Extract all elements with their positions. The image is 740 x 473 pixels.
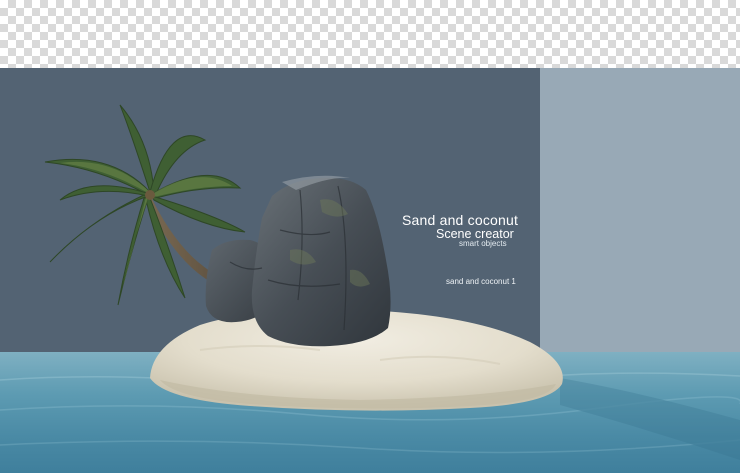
overlay-title: Sand and coconut [402,212,519,228]
island-scene [0,104,740,460]
layer-label: sand and coconut 1 [446,277,516,286]
rock-formation [205,175,391,347]
overlay-tagline: smart objects [459,239,507,248]
